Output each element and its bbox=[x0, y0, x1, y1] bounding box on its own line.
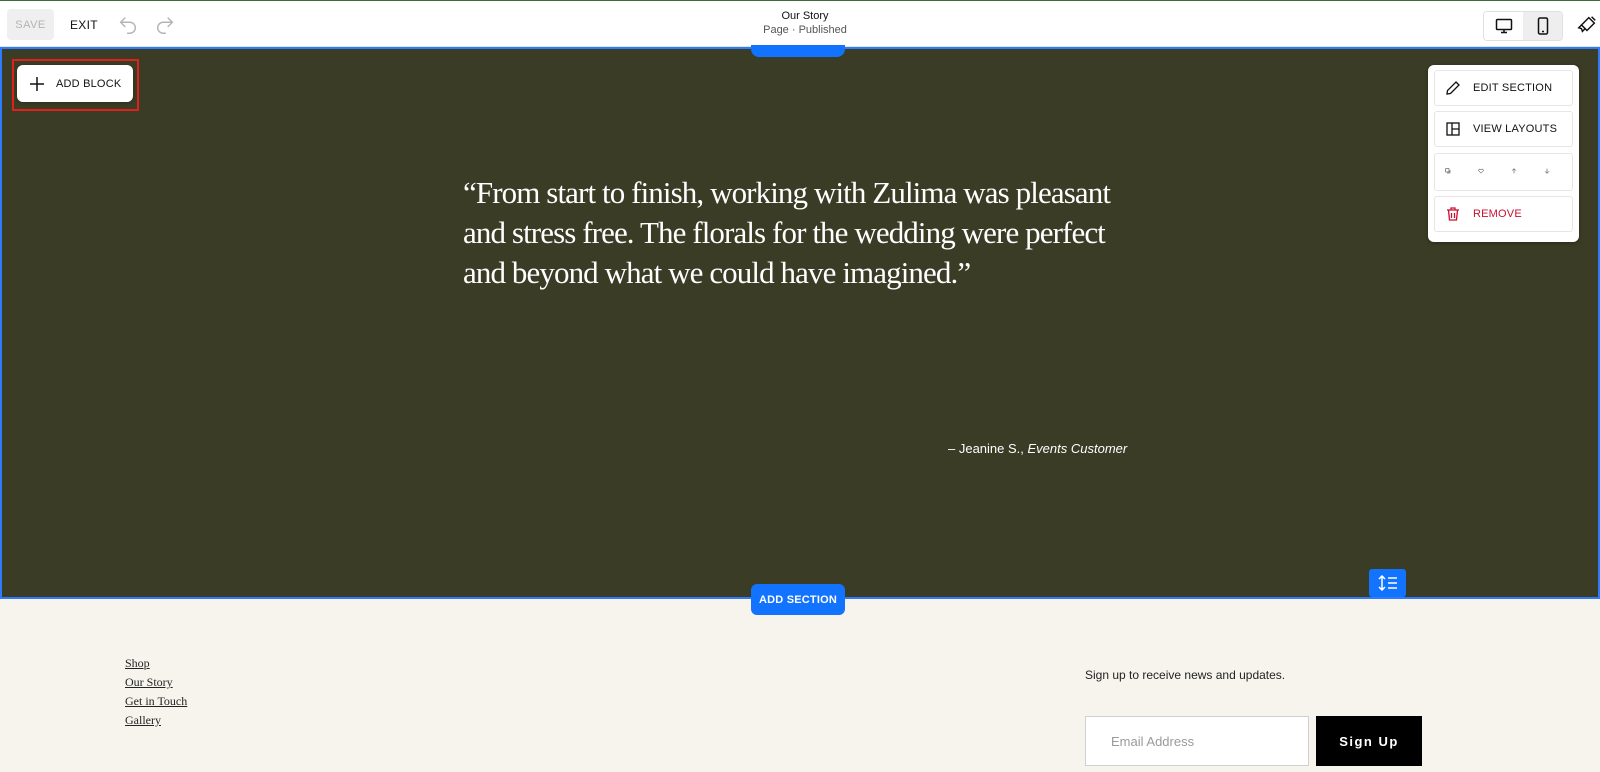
arrow-up-icon bbox=[1511, 168, 1517, 174]
undo-icon[interactable] bbox=[117, 14, 139, 36]
mobile-icon bbox=[1537, 17, 1548, 35]
heart-icon bbox=[1478, 168, 1484, 174]
redo-icon[interactable] bbox=[154, 14, 176, 36]
edit-section-label: EDIT SECTION bbox=[1473, 82, 1553, 94]
footer-link-our-story[interactable]: Our Story bbox=[125, 673, 187, 692]
duplicate-button[interactable] bbox=[1445, 163, 1463, 181]
layout-icon bbox=[1446, 122, 1460, 136]
attribution-role: Events Customer bbox=[1027, 441, 1128, 456]
section-action-menu: EDIT SECTION VIEW LAYOUTS REMOVE bbox=[1428, 65, 1579, 242]
design-brush-icon[interactable] bbox=[1576, 14, 1598, 36]
section-quick-actions bbox=[1434, 153, 1573, 191]
view-layouts-label: VIEW LAYOUTS bbox=[1473, 123, 1558, 135]
newsletter-description: Sign up to receive news and updates. bbox=[1085, 668, 1286, 682]
testimonial-attribution: – Jeanine S., Events Customer bbox=[948, 441, 1127, 456]
trash-icon bbox=[1447, 207, 1459, 221]
add-block-button[interactable]: ADD BLOCK bbox=[17, 65, 133, 102]
footer-nav: Shop Our Story Get in Touch Gallery bbox=[125, 654, 187, 730]
email-field[interactable]: Email Address bbox=[1085, 716, 1309, 766]
device-view-toggle bbox=[1483, 11, 1563, 41]
move-up-button[interactable] bbox=[1511, 163, 1529, 181]
desktop-view-button[interactable] bbox=[1484, 12, 1523, 40]
remove-label: REMOVE bbox=[1473, 208, 1522, 220]
arrow-down-icon bbox=[1544, 168, 1550, 174]
view-layouts-button[interactable]: VIEW LAYOUTS bbox=[1434, 111, 1573, 147]
section-top-handle[interactable] bbox=[751, 45, 845, 57]
desktop-icon bbox=[1495, 18, 1512, 34]
add-section-button[interactable]: ADD SECTION bbox=[751, 584, 845, 615]
save-section-button[interactable] bbox=[1478, 163, 1496, 181]
edit-section-button[interactable]: EDIT SECTION bbox=[1434, 70, 1573, 106]
footer-link-shop[interactable]: Shop bbox=[125, 654, 187, 673]
page-status: Page · Published bbox=[763, 24, 847, 36]
plus-icon bbox=[30, 76, 44, 91]
testimonial-quote: “From start to finish, working with Zuli… bbox=[463, 175, 1111, 290]
add-block-label: ADD BLOCK bbox=[56, 77, 122, 90]
editor-toolbar: SAVE EXIT Our Story Page · Published bbox=[0, 0, 1600, 47]
sign-up-button[interactable]: Sign Up bbox=[1316, 716, 1422, 766]
move-down-button[interactable] bbox=[1544, 163, 1562, 181]
exit-button[interactable]: EXIT bbox=[70, 9, 98, 40]
footer-link-gallery[interactable]: Gallery bbox=[125, 711, 187, 730]
page-title: Our Story bbox=[781, 10, 829, 22]
pencil-icon bbox=[1446, 81, 1460, 95]
attribution-name: – Jeanine S., bbox=[948, 441, 1024, 456]
duplicate-icon bbox=[1445, 168, 1451, 174]
mobile-view-button[interactable] bbox=[1523, 12, 1562, 40]
testimonial-section[interactable] bbox=[0, 47, 1600, 599]
spacing-icon bbox=[1377, 575, 1397, 591]
section-spacing-button[interactable] bbox=[1369, 569, 1406, 597]
save-button[interactable]: SAVE bbox=[7, 9, 54, 40]
remove-section-button[interactable]: REMOVE bbox=[1434, 196, 1573, 232]
footer-link-get-in-touch[interactable]: Get in Touch bbox=[125, 692, 187, 711]
